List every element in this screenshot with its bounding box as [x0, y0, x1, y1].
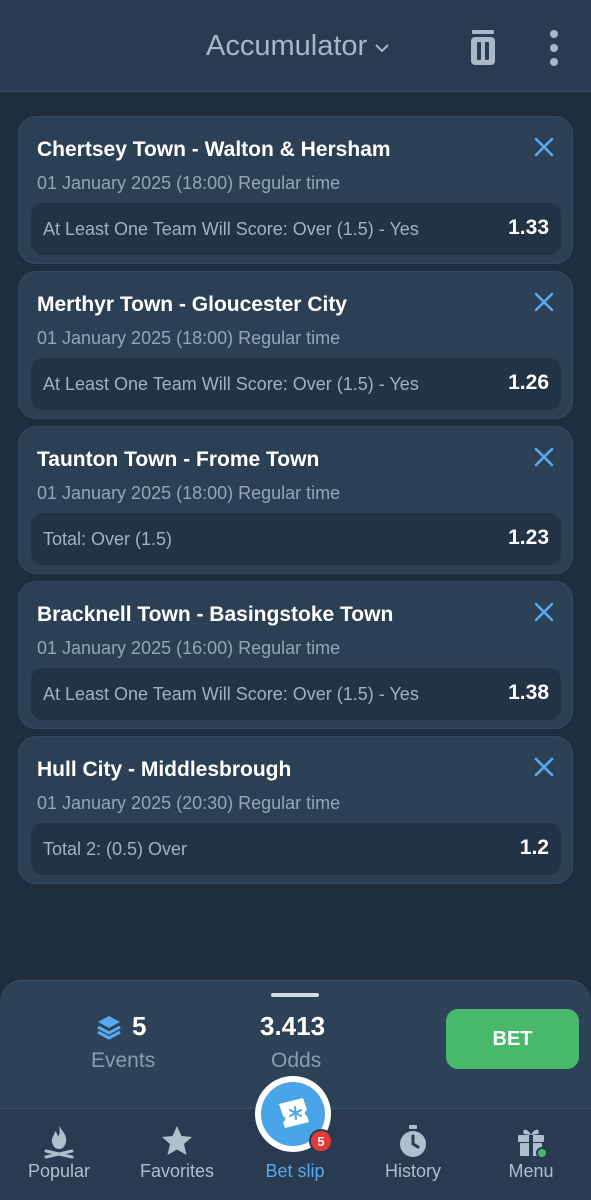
chevron-down-icon [375, 43, 389, 52]
close-icon[interactable] [532, 445, 556, 469]
events-count: 5 [96, 1011, 146, 1042]
drag-handle[interactable] [271, 993, 319, 997]
total-odds-value: 3.413 [260, 1011, 326, 1041]
match-name: Bracknell Town - Basingstoke Town [37, 603, 394, 626]
market-name: Total 2: (0.5) Over [43, 839, 188, 859]
market-row: At Least One Team Will Score: Over (1.5)… [31, 668, 561, 720]
close-icon[interactable] [532, 600, 556, 624]
layers-icon [97, 1015, 121, 1039]
nav-label: Bet slip [265, 1161, 325, 1181]
match-name: Chertsey Town - Walton & Hersham [37, 138, 391, 161]
header-bar: Accumulator [0, 0, 591, 92]
ticket-icon [279, 1098, 309, 1128]
more-vert-icon[interactable] [540, 28, 568, 68]
events-count-value: 5 [132, 1011, 147, 1041]
bet-card: Taunton Town - Frome Town 01 January 202… [18, 426, 573, 574]
nav-label: Menu [508, 1161, 554, 1181]
star-icon [162, 1126, 192, 1155]
page-title: Accumulator [206, 30, 368, 62]
bet-type-dropdown[interactable]: Accumulator [206, 30, 391, 63]
stopwatch-icon [400, 1125, 426, 1157]
nav-item-favorites[interactable]: Favorites [118, 1109, 236, 1200]
bet-card: Merthyr Town - Gloucester City 01 Januar… [18, 271, 573, 419]
market-odds: 1.23 [508, 526, 549, 549]
nav-label: Popular [27, 1161, 91, 1181]
close-icon[interactable] [532, 135, 556, 159]
match-name: Taunton Town - Frome Town [37, 448, 320, 471]
market-odds: 1.2 [519, 836, 549, 859]
nav-label: History [384, 1161, 441, 1181]
market-row: At Least One Team Will Score: Over (1.5)… [31, 358, 561, 410]
app-root: Accumulator Chertsey Town - Walton & Her… [0, 0, 591, 1200]
match-datetime: 01 January 2025 (18:00) Regular time [37, 483, 341, 503]
nav-label: Favorites [139, 1161, 215, 1181]
nav-item-menu[interactable]: Menu [472, 1109, 590, 1200]
match-name: Hull City - Middlesbrough [37, 758, 292, 781]
bet-card: Hull City - Middlesbrough 01 January 202… [18, 736, 573, 884]
nav-item-history[interactable]: History [354, 1109, 472, 1200]
match-datetime: 01 January 2025 (20:30) Regular time [37, 793, 341, 813]
bet-card: Bracknell Town - Basingstoke Town 01 Jan… [18, 581, 573, 729]
market-odds: 1.38 [508, 681, 549, 704]
market-row: Total: Over (1.5) 1.23 [31, 513, 561, 565]
place-bet-button[interactable]: BET [446, 1009, 579, 1069]
campfire-icon [44, 1126, 74, 1159]
odds-label: Odds [271, 1049, 322, 1072]
market-name: Total: Over (1.5) [43, 529, 173, 549]
trash-icon[interactable] [465, 28, 501, 68]
market-row: At Least One Team Will Score: Over (1.5)… [31, 203, 561, 255]
gift-icon [518, 1129, 548, 1159]
bet-card: Chertsey Town - Walton & Hersham 01 Janu… [18, 116, 573, 264]
market-name: At Least One Team Will Score: Over (1.5)… [43, 374, 419, 394]
match-datetime: 01 January 2025 (18:00) Regular time [37, 328, 341, 348]
events-label: Events [91, 1049, 156, 1072]
market-name: At Least One Team Will Score: Over (1.5)… [43, 684, 419, 704]
nav-item-popular[interactable]: Popular [0, 1109, 118, 1200]
close-icon[interactable] [532, 755, 556, 779]
match-datetime: 01 January 2025 (16:00) Regular time [37, 638, 341, 658]
market-row: Total 2: (0.5) Over 1.2 [31, 823, 561, 875]
market-name: At Least One Team Will Score: Over (1.5)… [43, 219, 419, 239]
market-odds: 1.33 [508, 216, 549, 239]
bet-list: Chertsey Town - Walton & Hersham 01 Janu… [18, 116, 573, 891]
match-name: Merthyr Town - Gloucester City [37, 293, 347, 316]
market-odds: 1.26 [508, 371, 549, 394]
betslip-count-badge: 5 [309, 1129, 333, 1153]
close-icon[interactable] [532, 290, 556, 314]
match-datetime: 01 January 2025 (18:00) Regular time [37, 173, 341, 193]
